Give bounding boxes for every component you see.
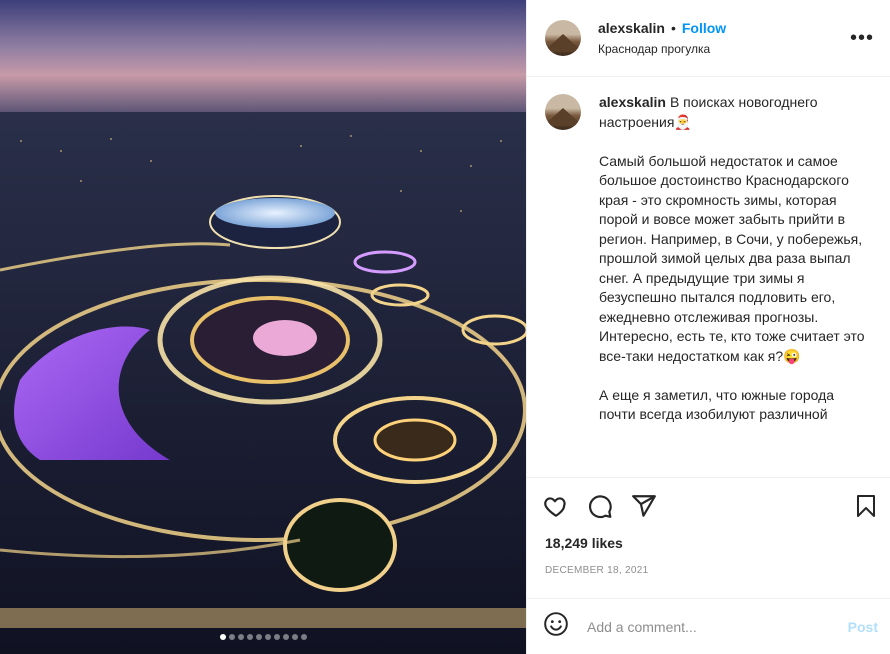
emoji-icon[interactable] [543, 611, 569, 642]
more-options-icon[interactable]: ••• [850, 27, 874, 50]
post-comment-button[interactable]: Post [848, 619, 878, 635]
carousel-dot[interactable] [228, 634, 235, 640]
post-sidebar: alexskalin • Follow Краснодар прогулка •… [526, 0, 890, 654]
likes-count[interactable]: 18,249 likes [527, 535, 890, 551]
location-link[interactable]: Краснодар прогулка [598, 42, 850, 56]
heart-icon[interactable] [543, 493, 569, 519]
comments-panel[interactable]: alexskalin В поисках новогоднего настроен… [527, 77, 890, 477]
carousel-dot[interactable] [282, 634, 289, 640]
caption-body: alexskalin В поисках новогоднего настроен… [599, 93, 869, 425]
comment-icon[interactable] [587, 493, 613, 519]
post-photo[interactable] [0, 0, 526, 654]
follow-button[interactable]: Follow [682, 20, 726, 36]
separator-dot: • [670, 20, 676, 36]
action-bar [527, 477, 890, 533]
carousel-dot[interactable] [264, 634, 271, 640]
carousel-dot[interactable] [237, 634, 244, 640]
carousel-dot[interactable] [273, 634, 280, 640]
comment-input[interactable] [585, 617, 848, 636]
caption-avatar[interactable] [545, 94, 581, 130]
share-icon[interactable] [631, 493, 657, 519]
carousel-dot[interactable] [291, 634, 298, 640]
bookmark-icon[interactable] [854, 493, 878, 519]
carousel-dot[interactable] [255, 634, 262, 640]
instagram-post: alexskalin • Follow Краснодар прогулка •… [0, 0, 890, 654]
carousel-indicator [0, 634, 526, 640]
caption-text: В поисках новогоднего настроения🎅 Самый … [599, 94, 865, 422]
caption-username[interactable]: alexskalin [599, 94, 666, 110]
photo-krasnodar-park-aerial [0, 0, 526, 654]
post-header: alexskalin • Follow Краснодар прогулка •… [527, 0, 890, 77]
carousel-dot[interactable] [300, 634, 307, 640]
author-username[interactable]: alexskalin [598, 20, 665, 36]
author-info: alexskalin • Follow Краснодар прогулка [598, 20, 850, 56]
add-comment-bar: Post [527, 598, 890, 654]
carousel-dot[interactable] [219, 634, 226, 640]
avatar[interactable] [545, 20, 581, 56]
post-date: DECEMBER 18, 2021 [545, 565, 649, 576]
caption: alexskalin В поисках новогоднего настроен… [545, 93, 874, 425]
carousel-dot[interactable] [246, 634, 253, 640]
